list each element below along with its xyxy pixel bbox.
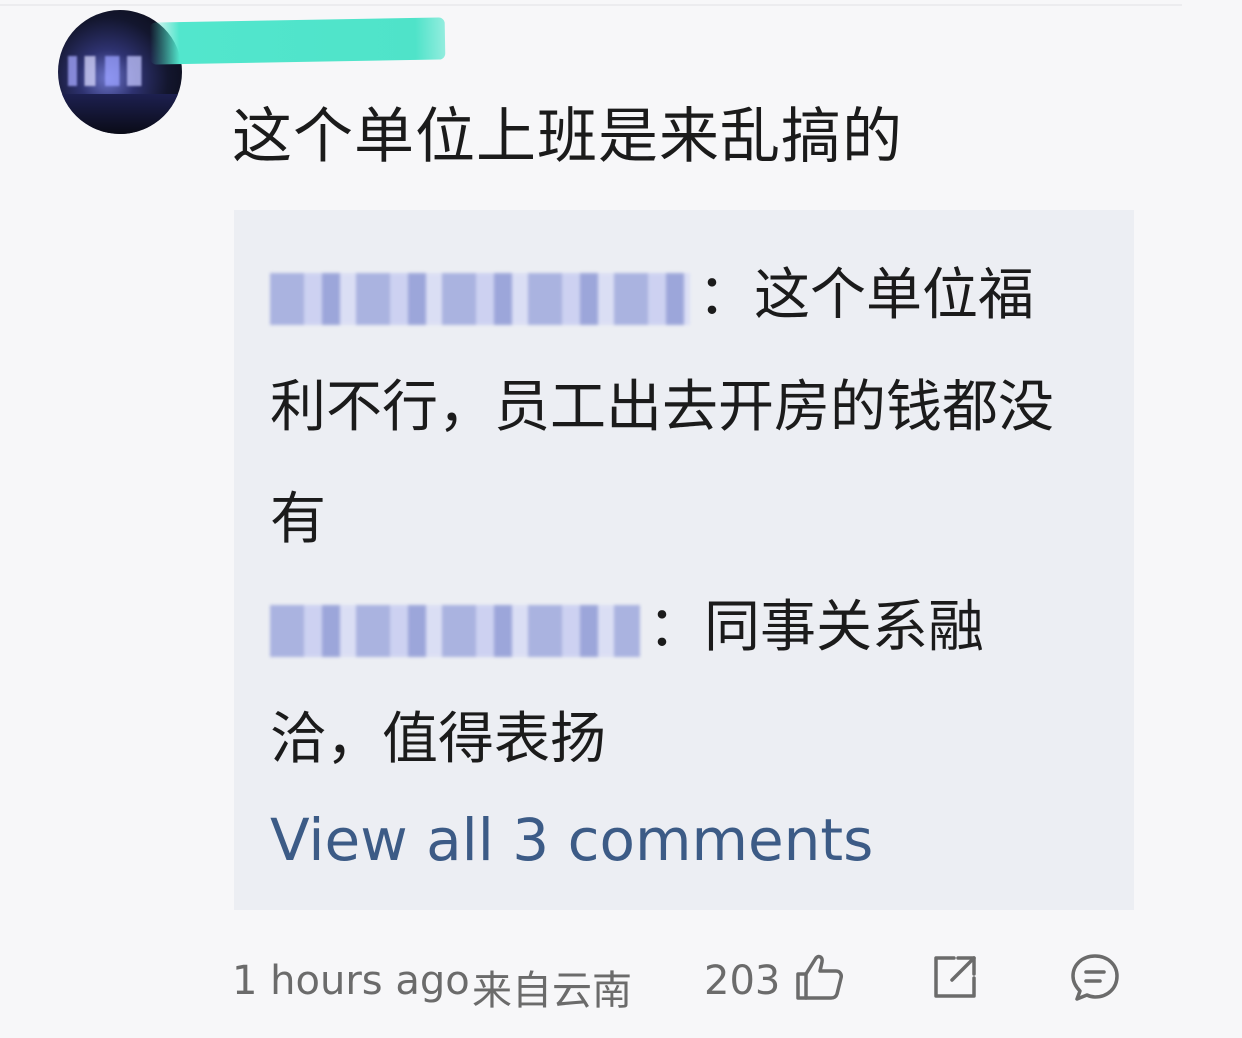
thumbs-up-icon[interactable] bbox=[792, 950, 846, 1004]
reply-item[interactable]: ：这个单位福利不行，员工出去开房的钱都没有 bbox=[270, 240, 1070, 576]
post-text: 这个单位上班是来乱搞的 bbox=[232, 102, 903, 172]
reply-author-redacted bbox=[270, 272, 690, 325]
share-icon[interactable] bbox=[928, 950, 982, 1004]
avatar-ground bbox=[58, 94, 182, 134]
username-redaction-mark bbox=[149, 17, 446, 65]
reply-item[interactable]: ：同事关系融洽，值得表扬 bbox=[270, 572, 1070, 796]
reply-author-redacted bbox=[270, 604, 640, 657]
view-all-comments-link[interactable]: View all 3 comments bbox=[270, 806, 873, 874]
comment-icon[interactable] bbox=[1068, 950, 1122, 1004]
avatar-lights bbox=[68, 56, 160, 86]
like-count: 203 bbox=[704, 958, 781, 1004]
top-divider bbox=[0, 4, 1182, 6]
post-timestamp: 1 hours ago bbox=[232, 958, 470, 1004]
post-location: 来自云南 bbox=[472, 968, 632, 1014]
